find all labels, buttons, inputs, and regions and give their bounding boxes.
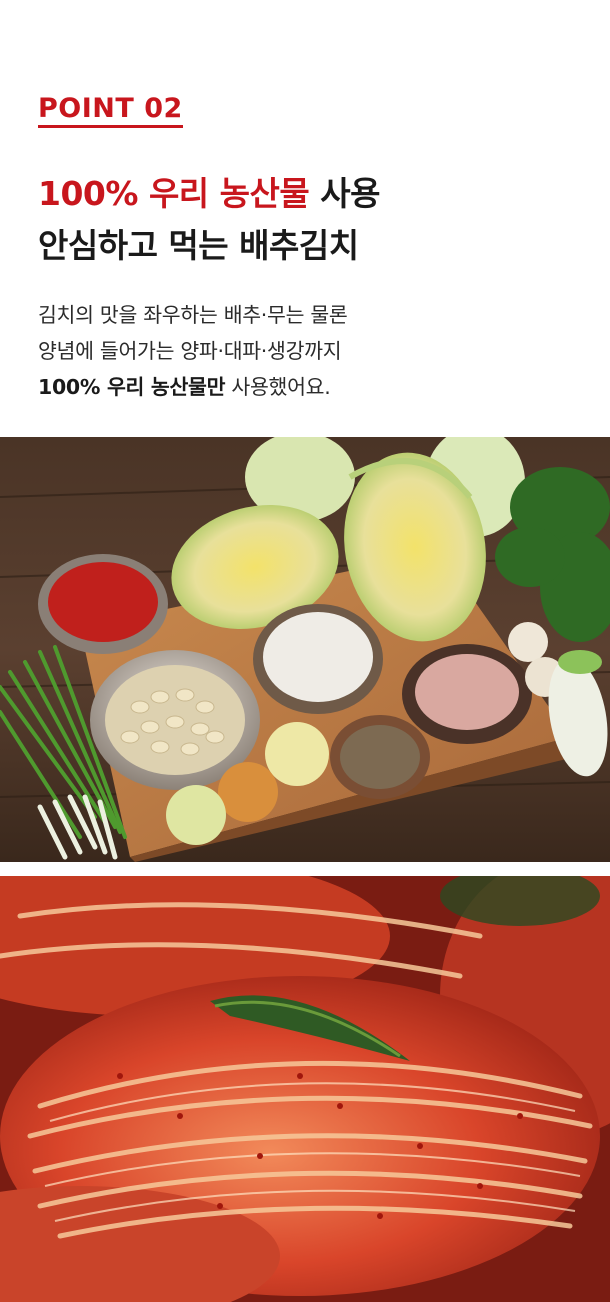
- headline-line1-rest: 사용: [309, 174, 380, 213]
- kimchi-photo: [0, 876, 610, 1302]
- description-line1: 김치의 맛을 좌우하는 배추·무는 물론: [38, 303, 348, 327]
- description-line2: 양념에 들어가는 양파·대파·생강까지: [38, 339, 342, 363]
- headline: 100% 우리 농산물 사용 안심하고 먹는 배추김치: [38, 168, 380, 272]
- headline-accent: 100% 우리 농산물: [38, 174, 310, 213]
- description-line3-rest: 사용했어요.: [225, 375, 331, 399]
- point-label: POINT 02: [38, 94, 183, 128]
- ingredients-illustration: [0, 437, 610, 862]
- kimchi-illustration: [0, 876, 610, 1302]
- ingredients-photo: [0, 437, 610, 862]
- point-section: POINT 02 100% 우리 농산물 사용 안심하고 먹는 배추김치 김치의…: [0, 0, 610, 437]
- headline-line2: 안심하고 먹는 배추김치: [38, 226, 359, 265]
- description: 김치의 맛을 좌우하는 배추·무는 물론 양념에 들어가는 양파·대파·생강까지…: [38, 297, 348, 405]
- description-line3-bold: 100% 우리 농산물만: [38, 375, 226, 399]
- photo-divider: [0, 862, 610, 876]
